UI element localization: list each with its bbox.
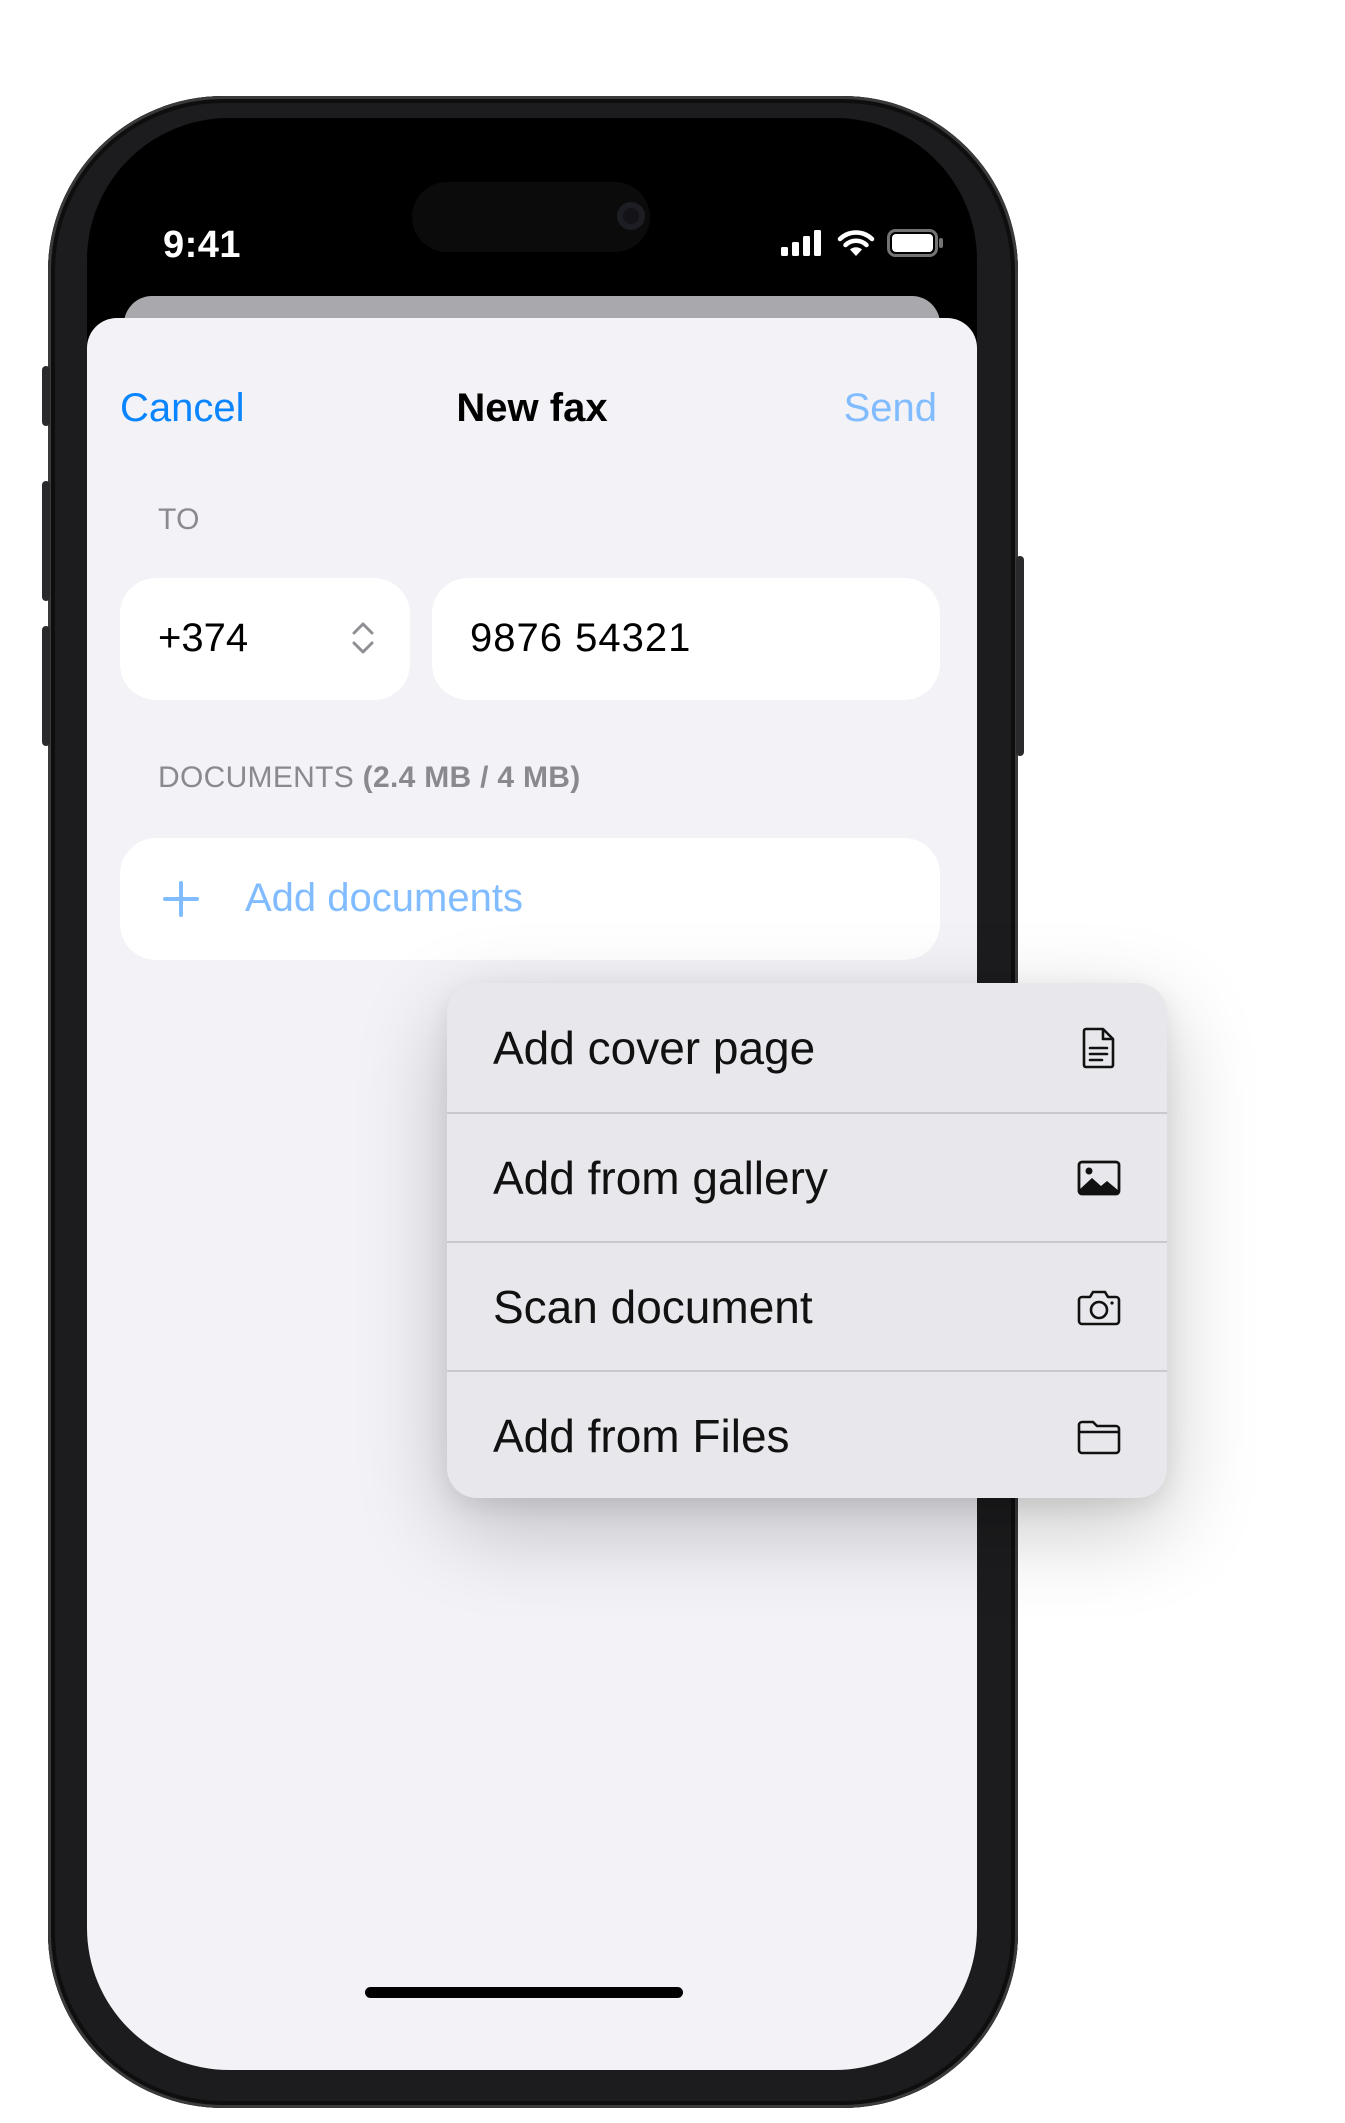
action-button — [42, 366, 50, 426]
send-button[interactable]: Send — [844, 386, 937, 431]
menu-item-label: Add from Files — [493, 1409, 790, 1462]
volume-up-button — [42, 481, 50, 601]
volume-down-button — [42, 626, 50, 746]
front-camera — [617, 202, 645, 230]
document-icon — [1082, 1027, 1115, 1068]
plus-icon — [163, 881, 199, 917]
menu-item-add-from-files[interactable]: Add from Files — [447, 1370, 1167, 1498]
cancel-button[interactable]: Cancel — [120, 386, 245, 431]
camera-icon — [1077, 1290, 1121, 1325]
to-section-label: TO — [158, 503, 200, 536]
country-code-picker[interactable]: +374 — [120, 578, 410, 700]
documents-label-text: DOCUMENTS — [158, 761, 355, 794]
documents-section-label: DOCUMENTS (2.4 MB / 4 MB) — [158, 761, 581, 795]
menu-item-label: Scan document — [493, 1280, 813, 1333]
country-code-value: +374 — [158, 616, 249, 660]
phone-number-value: 9876 54321 — [470, 616, 692, 660]
menu-item-label: Add cover page — [493, 1021, 816, 1074]
phone-number-field[interactable]: 9876 54321 — [432, 578, 940, 700]
home-indicator — [365, 1987, 683, 1998]
add-documents-menu: Add cover page Add from gallery Scan doc… — [447, 983, 1167, 1498]
chevron-up-down-icon — [352, 622, 374, 654]
status-time: 9:41 — [162, 224, 242, 266]
status-icons — [781, 228, 945, 258]
battery-icon — [887, 229, 943, 257]
menu-item-add-cover-page[interactable]: Add cover page — [447, 983, 1167, 1112]
photo-icon — [1077, 1160, 1121, 1195]
menu-item-scan-document[interactable]: Scan document — [447, 1241, 1167, 1370]
cellular-signal-icon — [781, 230, 821, 256]
documents-size-info: (2.4 MB / 4 MB) — [362, 761, 581, 794]
power-button — [1016, 556, 1024, 756]
menu-item-add-from-gallery[interactable]: Add from gallery — [447, 1112, 1167, 1241]
wifi-icon — [837, 230, 875, 256]
menu-item-label: Add from gallery — [493, 1151, 828, 1204]
add-documents-button[interactable]: Add documents — [120, 838, 940, 960]
dynamic-island — [412, 182, 650, 252]
folder-icon — [1077, 1420, 1121, 1454]
add-documents-label: Add documents — [245, 876, 523, 920]
